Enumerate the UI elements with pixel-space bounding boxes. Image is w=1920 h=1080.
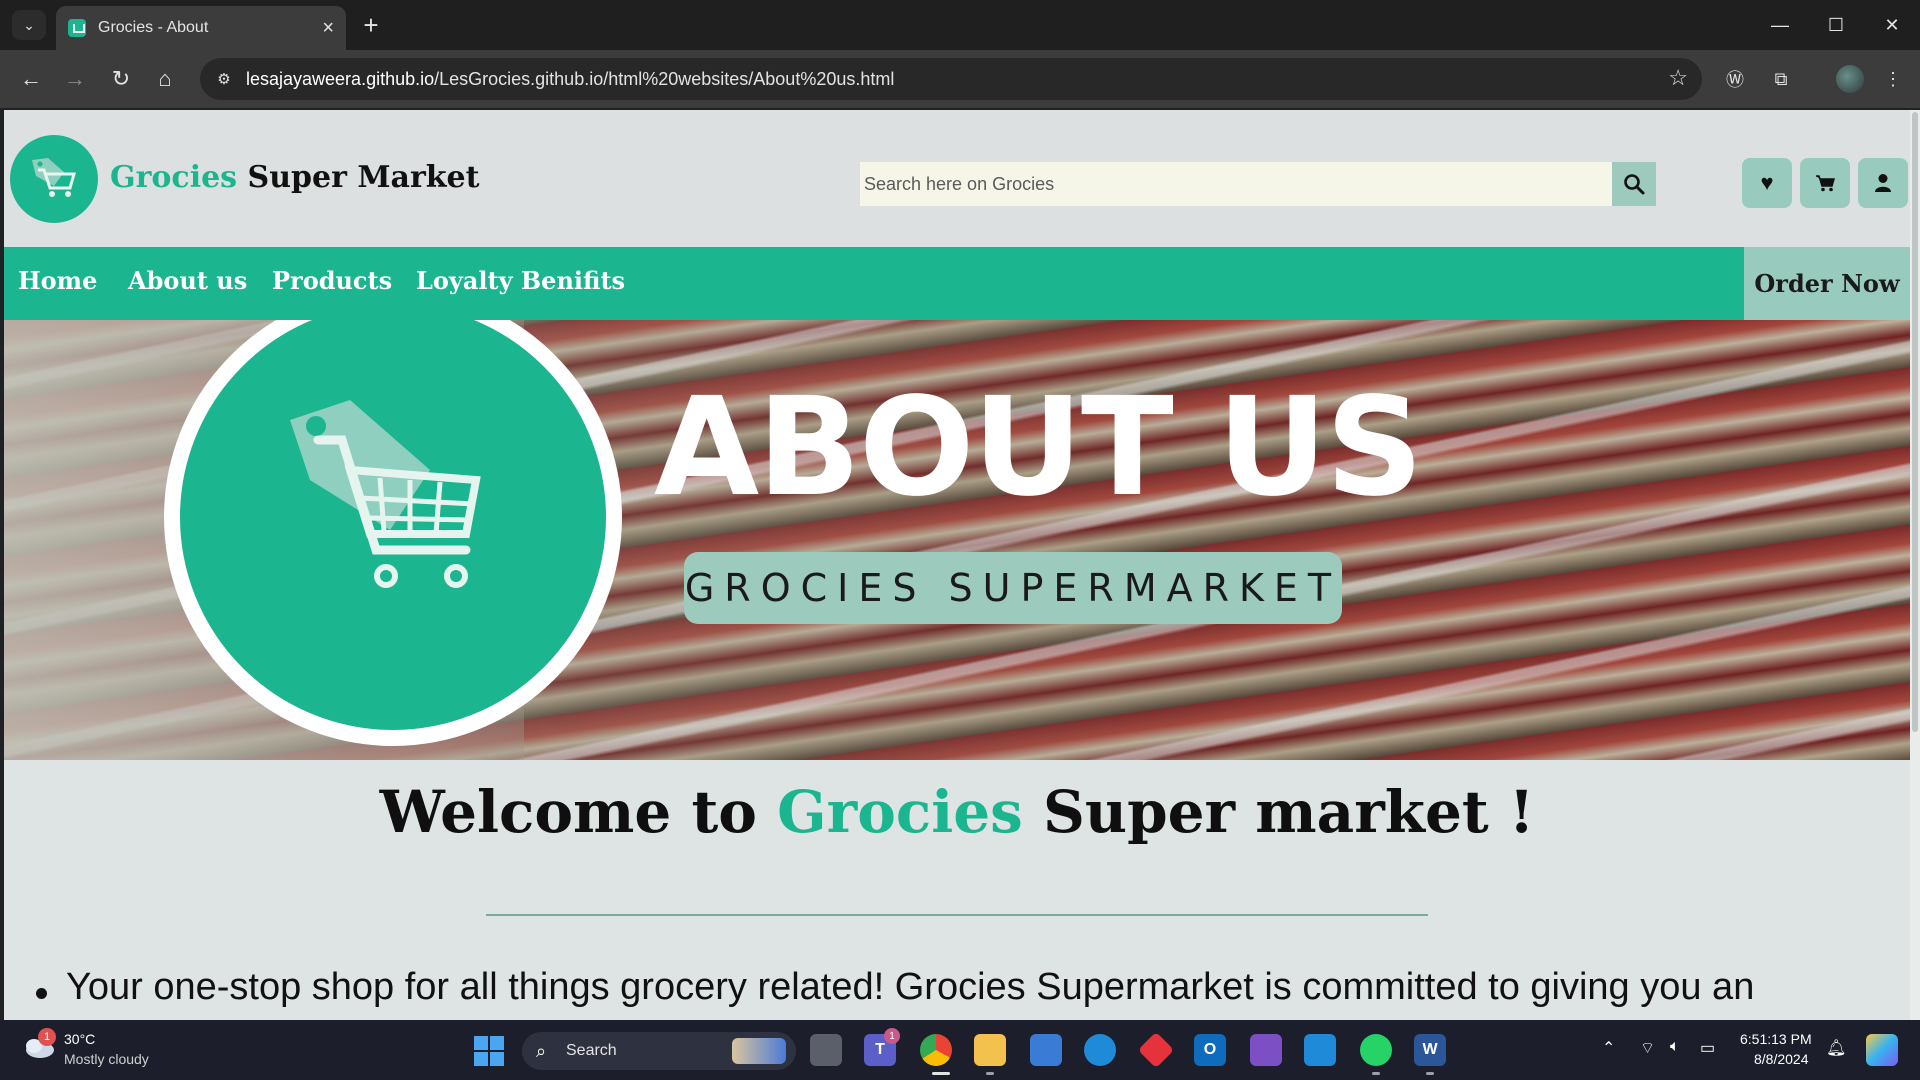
chrome-icon[interactable]: [920, 1034, 952, 1066]
menu-kebab-icon[interactable]: ⋮: [1876, 62, 1910, 96]
tab-strip: ⌄ Grocies - About × + — ☐ ✕: [0, 0, 1920, 50]
tab-title: Grocies - About: [98, 19, 209, 36]
site-search: [860, 162, 1656, 206]
cart-tag-logo-icon: [32, 158, 76, 197]
reload-button[interactable]: ↻: [104, 62, 138, 96]
chrome-active-indicator: [932, 1072, 950, 1075]
search-icon: ⌕: [536, 1041, 547, 1061]
welcome-accent: Grocies: [777, 778, 1023, 846]
account-button[interactable]: [1858, 158, 1908, 208]
cart-button[interactable]: [1800, 158, 1850, 208]
taskbar-search[interactable]: ⌕ Search: [522, 1032, 796, 1070]
search-input[interactable]: [860, 162, 1612, 206]
welcome-heading: Welcome to Grocies Super market !: [4, 778, 1910, 846]
chevron-down-icon: ⌄: [23, 16, 35, 33]
welcome-post: Super market !: [1022, 778, 1535, 846]
forward-button[interactable]: →: [58, 62, 92, 96]
vscode-icon[interactable]: [1304, 1034, 1336, 1066]
browser-toolbar: ← → ↻ ⌂ ⚙ lesajayaweera.github.io/LesGro…: [0, 50, 1920, 108]
search-button[interactable]: [1612, 162, 1656, 206]
web-page: Grocies Super Market ♥ Home About: [4, 110, 1910, 1020]
new-tab-button[interactable]: +: [356, 10, 386, 40]
close-window-button[interactable]: ✕: [1872, 10, 1912, 40]
taskbar-search-label: Search: [566, 1042, 617, 1059]
brand-accent: Grocies: [110, 160, 238, 195]
search-highlight-image: [732, 1038, 786, 1064]
edge-icon[interactable]: [1084, 1034, 1116, 1066]
visual-studio-icon[interactable]: [1250, 1034, 1282, 1066]
word-icon[interactable]: W: [1414, 1034, 1446, 1066]
task-view-icon[interactable]: [810, 1034, 842, 1066]
cart-icon: [1816, 175, 1835, 192]
scrollbar-thumb[interactable]: [1912, 112, 1918, 732]
address-bar[interactable]: ⚙ lesajayaweera.github.io/LesGrocies.git…: [200, 58, 1702, 100]
notification-bell-icon[interactable]: 🔔︎: [1826, 1038, 1846, 1058]
site-info-icon[interactable]: ⚙: [210, 66, 238, 92]
anydesk-icon[interactable]: [1137, 1031, 1175, 1069]
extensions-puzzle-icon[interactable]: ⧉: [1764, 62, 1798, 96]
nav-home[interactable]: Home: [18, 266, 97, 295]
home-button[interactable]: ⌂: [148, 62, 182, 96]
teams-badge: 1: [884, 1028, 900, 1044]
start-button[interactable]: [474, 1036, 504, 1066]
main-navbar: Home About us Products Loyalty Benifits …: [4, 247, 1910, 320]
tab-search-button[interactable]: ⌄: [12, 10, 46, 40]
wishlist-button[interactable]: ♥: [1742, 158, 1792, 208]
favicon-icon: [68, 19, 86, 37]
page-scrollbar[interactable]: [1910, 110, 1920, 1020]
brand-rest: Super Market: [237, 160, 480, 195]
shopping-cart-tag-icon: [290, 400, 481, 588]
bullet-marker: [36, 988, 47, 999]
whatsapp-icon[interactable]: [1360, 1034, 1392, 1066]
close-tab-icon[interactable]: ×: [322, 18, 334, 38]
weather-description[interactable]: Mostly cloudy: [64, 1051, 149, 1067]
word-indicator: [1426, 1072, 1434, 1075]
battery-icon[interactable]: ▭: [1700, 1038, 1715, 1058]
about-bullet-text: Your one-stop shop for all things grocer…: [66, 966, 1755, 1008]
url-path: /LesGrocies.github.io/html%20websites/Ab…: [434, 69, 895, 89]
back-button[interactable]: ←: [14, 62, 48, 96]
minimize-button[interactable]: —: [1760, 10, 1800, 40]
section-divider: [486, 914, 1428, 916]
search-icon: [1624, 174, 1645, 195]
wordtune-extension-icon[interactable]: Ⓦ: [1718, 62, 1752, 96]
hero-title: ABOUT US: [654, 369, 1423, 527]
weather-temperature[interactable]: 30°C: [64, 1031, 95, 1047]
logo[interactable]: [10, 135, 98, 223]
clock-time[interactable]: 6:51:13 PM: [1740, 1031, 1812, 1047]
hero-banner: ABOUT US GROCIES SUPERMARKET: [4, 320, 1910, 760]
copilot-icon[interactable]: [1866, 1034, 1898, 1066]
explorer-indicator: [986, 1072, 994, 1075]
microsoft-store-icon[interactable]: [1030, 1034, 1062, 1066]
site-header: Grocies Super Market ♥: [4, 110, 1910, 247]
url-host: lesajayaweera.github.io: [246, 69, 435, 89]
nav-loyalty-benefits[interactable]: Loyalty Benifits: [416, 266, 625, 295]
bookmark-star-icon[interactable]: ☆: [1668, 65, 1688, 91]
brand-name[interactable]: Grocies Super Market: [110, 160, 480, 195]
clock-date[interactable]: 8/8/2024: [1754, 1051, 1809, 1067]
order-now-button[interactable]: Order Now: [1744, 247, 1910, 320]
outlook-icon[interactable]: O: [1194, 1034, 1226, 1066]
url-text[interactable]: lesajayaweera.github.io/LesGrocies.githu…: [246, 69, 894, 90]
profile-avatar[interactable]: [1836, 65, 1864, 93]
chevron-up-icon[interactable]: ⌃: [1602, 1038, 1615, 1058]
whatsapp-indicator: [1372, 1072, 1380, 1075]
volume-icon[interactable]: 🔈︎: [1670, 1038, 1680, 1056]
windows-taskbar: 1 30°C Mostly cloudy ⌕ Search T 1 O W ⌃ …: [0, 1020, 1920, 1080]
wifi-icon[interactable]: ⌔: [1640, 1038, 1655, 1058]
nav-products[interactable]: Products: [272, 266, 392, 295]
user-icon: [1875, 174, 1891, 192]
file-explorer-icon[interactable]: [974, 1034, 1006, 1066]
weather-notification-badge: 1: [38, 1028, 56, 1046]
nav-about-us[interactable]: About us: [128, 266, 247, 295]
welcome-pre: Welcome to: [379, 778, 778, 846]
maximize-button[interactable]: ☐: [1816, 10, 1856, 40]
active-tab[interactable]: Grocies - About ×: [56, 6, 346, 50]
heart-icon: ♥: [1760, 170, 1774, 195]
hero-badge: GROCIES SUPERMARKET: [684, 552, 1342, 624]
